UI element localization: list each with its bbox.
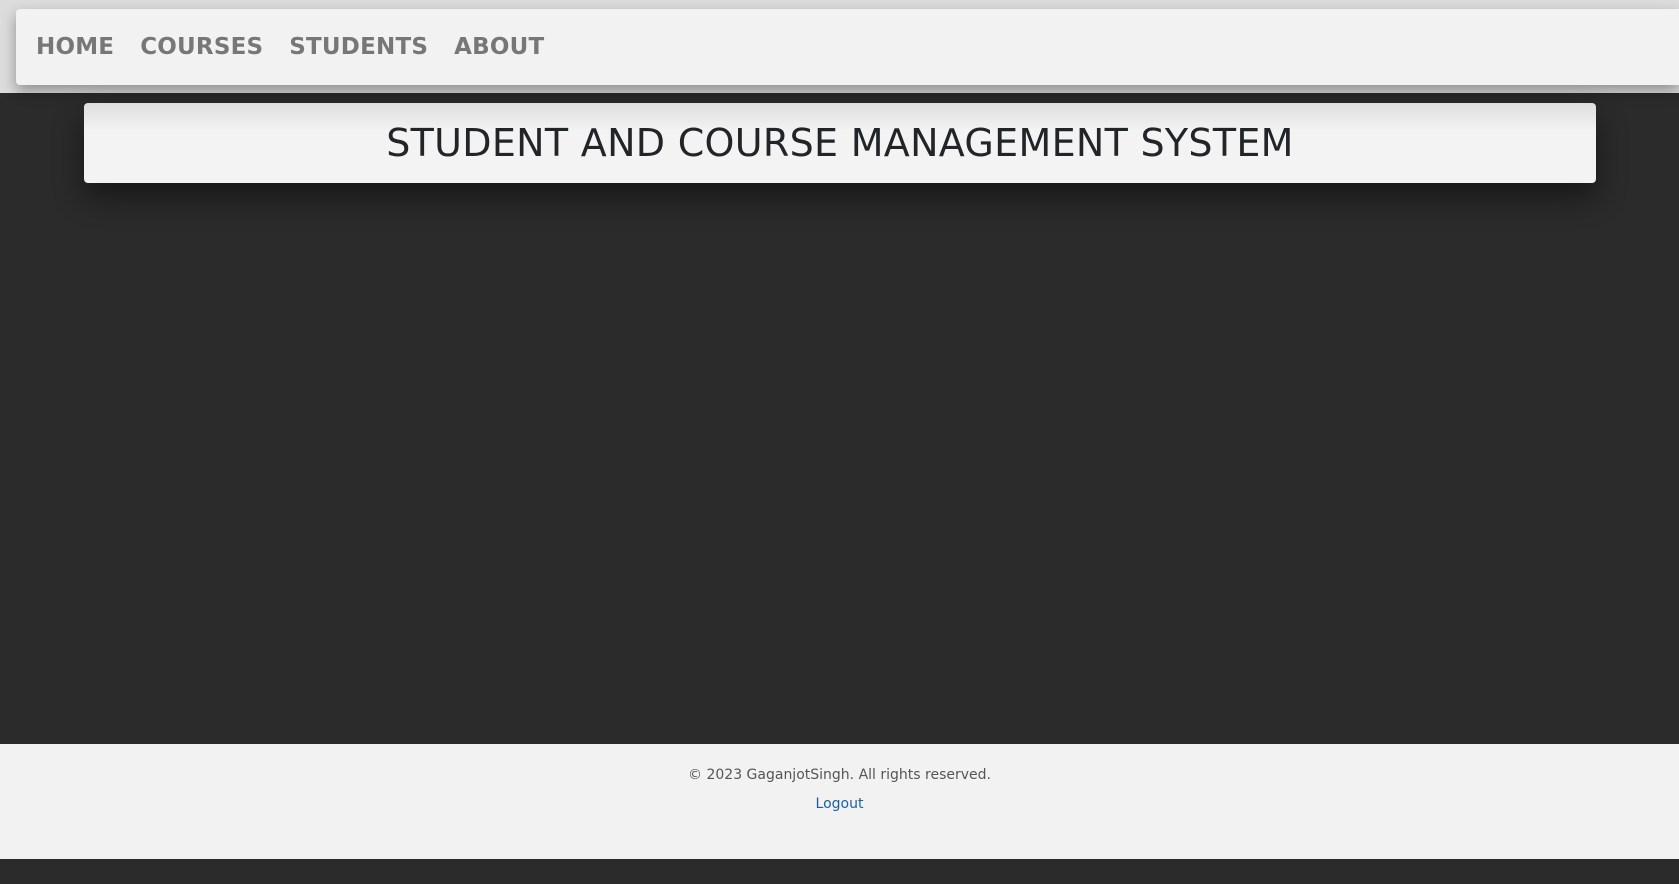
logout-link[interactable]: Logout (0, 796, 1679, 812)
nav-home-link[interactable]: HOME (36, 34, 114, 60)
copyright-text: © 2023 GaganjotSingh. All rights reserve… (688, 767, 991, 783)
navbar: HOME COURSES STUDENTS ABOUT (16, 9, 1679, 85)
nav-about-link[interactable]: ABOUT (454, 34, 544, 60)
footer: © 2023 GaganjotSingh. All rights reserve… (0, 744, 1679, 859)
page-title: STUDENT AND COURSE MANAGEMENT SYSTEM (386, 121, 1294, 165)
nav-students-link[interactable]: STUDENTS (289, 34, 428, 60)
bottom-strip (0, 859, 1679, 884)
title-card: STUDENT AND COURSE MANAGEMENT SYSTEM (84, 103, 1596, 183)
nav-courses-link[interactable]: COURSES (140, 34, 263, 60)
page: HOME COURSES STUDENTS ABOUT STUDENT AND … (0, 0, 1679, 884)
